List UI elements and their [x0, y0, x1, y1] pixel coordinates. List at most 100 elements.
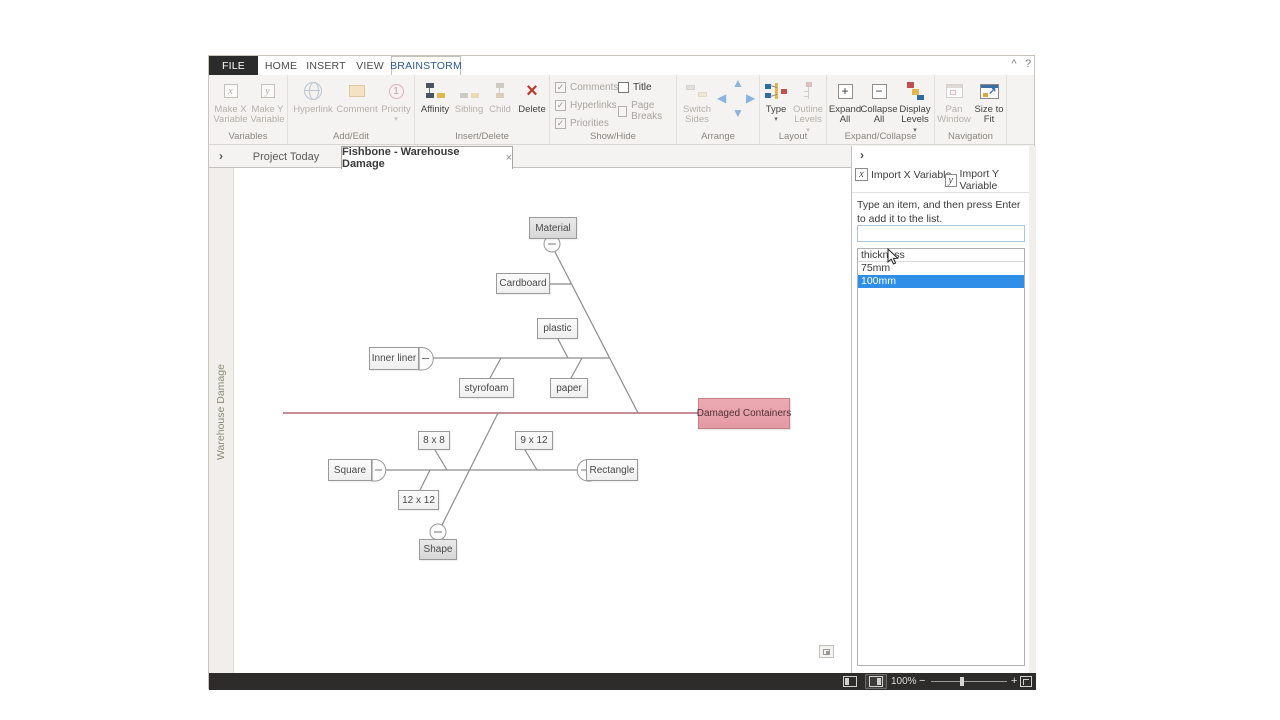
zoom-level-label: 100%	[891, 676, 917, 687]
node-square[interactable]: Square	[328, 459, 372, 481]
affinity-button[interactable]: Affinity	[418, 79, 452, 115]
priority-button[interactable]: 1 Priority ▾	[379, 79, 413, 123]
hyperlink-button[interactable]: Hyperlink	[291, 79, 335, 115]
left-map-strip[interactable]: Warehouse Damage	[209, 168, 234, 673]
center-diagram-icon	[823, 649, 830, 655]
checkbox-unchecked-icon	[618, 106, 627, 117]
collapse-ribbon-icon[interactable]: ^	[1007, 58, 1021, 70]
import-x-variable-button[interactable]: x Import X Variable	[855, 168, 951, 181]
node-damaged-containers[interactable]: Damaged Containers	[698, 398, 790, 429]
node-plastic[interactable]: plastic	[537, 318, 578, 339]
group-label-arrange: Arrange	[677, 131, 759, 142]
move-right-icon[interactable]: ▶	[746, 92, 755, 104]
list-item-thickness[interactable]: thickness	[858, 249, 1024, 262]
group-navigation: Pan Window ↗ Size to Fit Navigation	[935, 75, 1007, 144]
tab-insert[interactable]: INSERT	[303, 56, 349, 75]
type-button[interactable]: Type ▾	[762, 79, 790, 123]
group-label-expand-collapse: Expand/Collapse	[827, 131, 934, 142]
checkbox-priorities[interactable]: ✓ Priorities	[555, 118, 609, 129]
map-title-vertical: Warehouse Damage	[215, 323, 227, 501]
collapse-indicator[interactable]	[419, 348, 433, 371]
pan-window-icon	[946, 79, 963, 103]
checkbox-checked-icon: ✓	[555, 118, 566, 129]
view-mode-split-button[interactable]	[865, 674, 887, 689]
delete-button[interactable]: × Delete	[517, 79, 547, 115]
item-list[interactable]: thickness 75mm 100mm	[857, 248, 1025, 666]
size-to-fit-button[interactable]: ↗ Size to Fit	[973, 79, 1005, 126]
move-down-icon[interactable]: ▼	[732, 107, 744, 119]
node-inner-liner[interactable]: Inner liner	[369, 347, 419, 370]
panel-hint-text: Type an item, and then press Enter to ad…	[857, 198, 1025, 226]
node-12x12[interactable]: 12 x 12	[398, 490, 439, 510]
zoom-in-icon[interactable]: +	[1011, 675, 1017, 687]
help-icon[interactable]: ?	[1021, 58, 1035, 70]
child-button[interactable]: Child	[485, 79, 515, 115]
node-8x8[interactable]: 8 x 8	[418, 431, 450, 450]
checkbox-page-breaks[interactable]: Page Breaks	[618, 100, 676, 122]
move-left-icon[interactable]: ◀	[717, 92, 726, 104]
checkbox-checked-icon: ✓	[555, 100, 566, 111]
sibling-button[interactable]: Sibling	[453, 79, 485, 115]
center-diagram-button[interactable]	[819, 645, 834, 658]
collapse-indicator[interactable]	[430, 524, 446, 540]
app-window: FILE HOME INSERT VIEW BRAINSTORM ^ ? x M…	[208, 55, 1035, 689]
panel-right-margin	[1029, 146, 1036, 673]
document-tab-bar: › Project Today Fishbone - Warehouse Dam…	[209, 146, 851, 168]
group-arrange: Switch Sides ▲ ◀ ▶ ▼ Arrange	[677, 75, 760, 144]
move-up-icon[interactable]: ▲	[732, 77, 744, 89]
list-item-75mm[interactable]: 75mm	[858, 262, 1024, 275]
node-cardboard[interactable]: Cardboard	[496, 273, 550, 294]
view-mode-map-icon[interactable]	[843, 676, 857, 687]
group-label-insert-delete: Insert/Delete	[415, 131, 549, 142]
comment-button[interactable]: Comment	[335, 79, 379, 115]
close-tab-icon[interactable]: ×	[506, 152, 512, 164]
variable-panel: › x Import X Variable y Import Y Variabl…	[851, 146, 1029, 673]
make-y-variable-button[interactable]: y Make Y Variable	[249, 79, 286, 126]
tab-file[interactable]: FILE	[209, 56, 258, 75]
node-9x12[interactable]: 9 x 12	[515, 431, 553, 450]
zoom-out-icon[interactable]: −	[919, 675, 925, 687]
zoom-slider-track[interactable]	[931, 681, 1007, 682]
tab-home[interactable]: HOME	[259, 56, 303, 75]
diagram-canvas[interactable]: Material Cardboard plastic Inner liner s…	[234, 168, 851, 673]
checkbox-checked-icon: ✓	[555, 82, 566, 93]
group-add-edit: Hyperlink Comment 1 Priority ▾ Add/Edit	[288, 75, 415, 144]
view-mode-split-icon	[869, 676, 883, 687]
dropdown-arrow-icon: ▾	[774, 116, 778, 123]
pan-window-button[interactable]: Pan Window	[938, 79, 970, 126]
zoom-slider-thumb[interactable]	[960, 677, 964, 686]
ribbon: x Make X Variable y Make Y Variable Vari…	[209, 75, 1034, 145]
switch-sides-button[interactable]: Switch Sides	[679, 79, 715, 126]
dropdown-arrow-icon: ▾	[394, 116, 398, 123]
make-x-icon: x	[224, 79, 238, 103]
expand-all-button[interactable]: + Expand All	[829, 79, 861, 126]
new-item-input[interactable]	[857, 225, 1025, 242]
make-x-variable-button[interactable]: x Make X Variable	[212, 79, 249, 126]
node-styrofoam[interactable]: styrofoam	[459, 378, 514, 398]
node-paper[interactable]: paper	[550, 378, 588, 398]
node-rectangle[interactable]: Rectangle	[586, 459, 638, 481]
tab-brainstorm[interactable]: BRAINSTORM	[391, 56, 461, 75]
checkbox-hyperlinks[interactable]: ✓ Hyperlinks	[555, 100, 617, 111]
size-to-fit-icon: ↗	[980, 79, 999, 103]
checkbox-comments[interactable]: ✓ Comments	[555, 82, 618, 93]
y-variable-icon: y	[945, 174, 957, 187]
collapse-all-button[interactable]: − Collapse All	[861, 79, 897, 126]
move-arrows: ▲ ◀ ▶ ▼	[715, 77, 759, 121]
fit-to-window-icon[interactable]	[1020, 676, 1032, 687]
left-panel-chevron-icon[interactable]: ›	[219, 149, 223, 163]
doc-tab-fishbone[interactable]: Fishbone - Warehouse Damage ×	[341, 146, 513, 169]
list-item-100mm[interactable]: 100mm	[858, 275, 1024, 288]
outline-levels-button[interactable]: Outline Levels ▾	[791, 79, 825, 134]
checkbox-unchecked-icon	[618, 82, 629, 93]
tab-view[interactable]: VIEW	[349, 56, 391, 75]
display-levels-button[interactable]: Display Levels ▾	[897, 79, 933, 134]
node-shape[interactable]: Shape	[419, 539, 457, 560]
panel-chevron-icon[interactable]: ›	[860, 148, 864, 162]
page: FILE HOME INSERT VIEW BRAINSTORM ^ ? x M…	[0, 0, 1280, 720]
import-y-variable-button[interactable]: y Import Y Variable	[945, 168, 1029, 192]
collapse-indicator[interactable]	[372, 460, 386, 482]
checkbox-title[interactable]: Title	[618, 82, 652, 93]
doc-tab-project-today[interactable]: Project Today	[241, 146, 331, 168]
node-material[interactable]: Material	[529, 217, 577, 239]
